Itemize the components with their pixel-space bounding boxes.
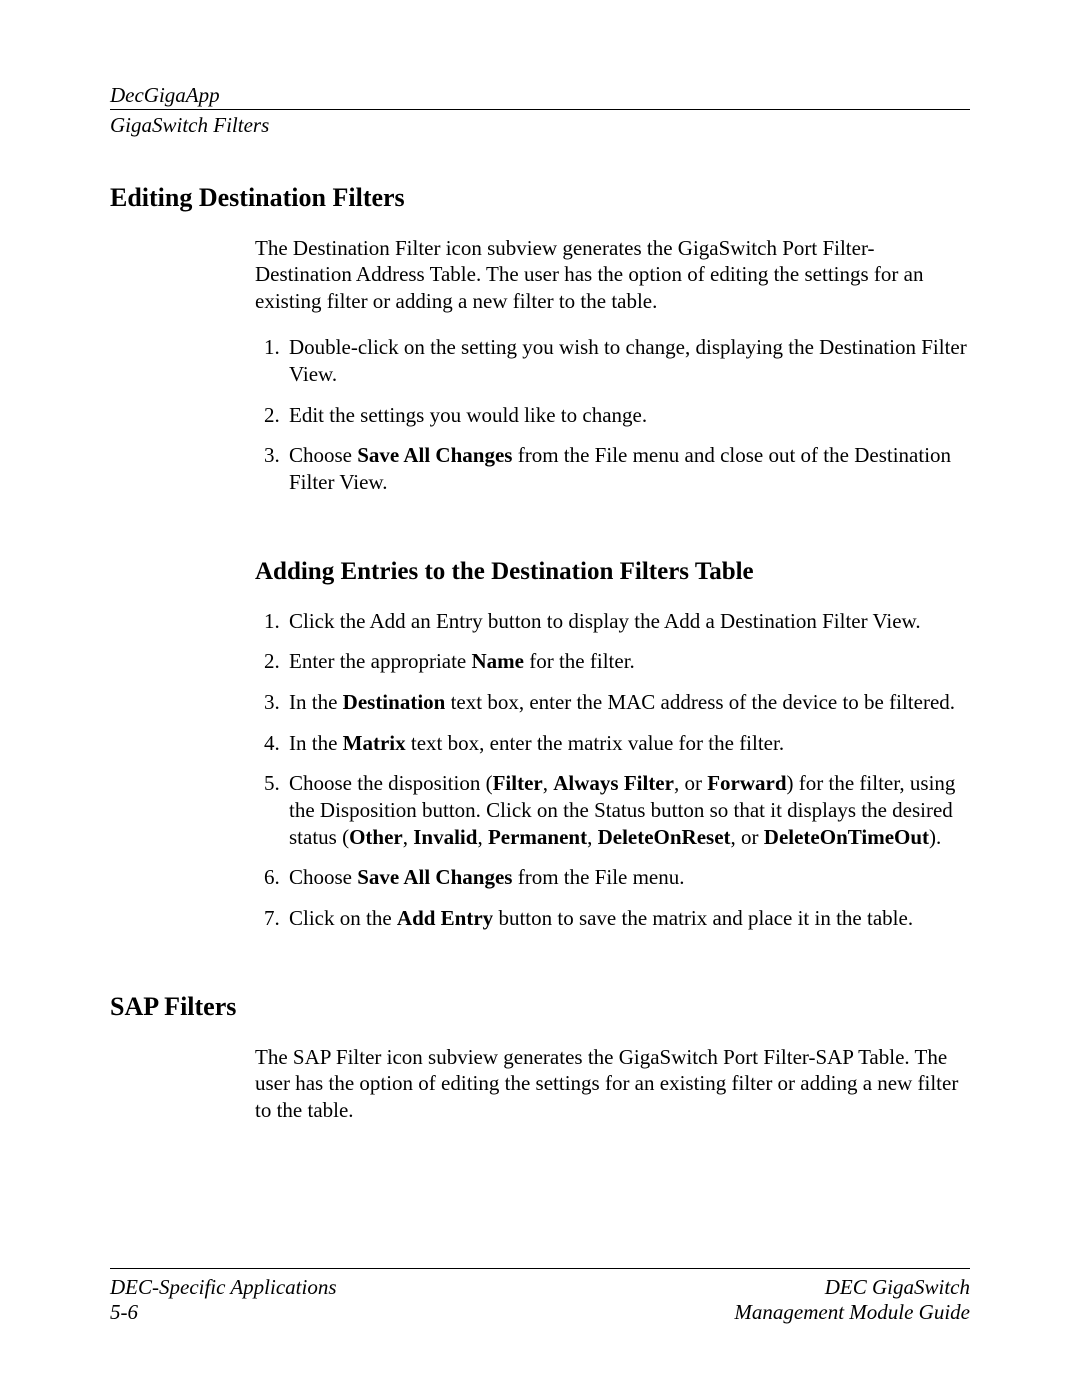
add-step-5-k: , (477, 825, 488, 849)
footer-right-line1: DEC GigaSwitch (734, 1275, 970, 1300)
add-step-7-c: button to save the matrix and place it i… (493, 906, 913, 930)
add-step-5: Choose the disposition (Filter, Always F… (285, 770, 970, 850)
section-edit-body: The Destination Filter icon subview gene… (255, 235, 970, 932)
footer-right-line2: Management Module Guide (734, 1300, 970, 1325)
add-step-5-deleteontimeout: DeleteOnTimeOut (764, 825, 929, 849)
add-step-5-q: ). (929, 825, 941, 849)
section-sap-body: The SAP Filter icon subview generates th… (255, 1044, 970, 1124)
add-step-5-m: , (587, 825, 598, 849)
edit-steps-list: Double-click on the setting you wish to … (255, 334, 970, 495)
add-step-5-always-filter: Always Filter (553, 771, 674, 795)
add-step-4: In the Matrix text box, enter the matrix… (285, 730, 970, 757)
add-step-5-deleteonreset: DeleteOnReset (598, 825, 731, 849)
sap-intro-paragraph: The SAP Filter icon subview generates th… (255, 1044, 970, 1124)
edit-step-3-text-a: Choose (289, 443, 357, 467)
footer-left: DEC-Specific Applications 5-6 (110, 1275, 337, 1325)
add-step-3-text-c: text box, enter the MAC address of the d… (445, 690, 955, 714)
add-step-2: Enter the appropriate Name for the filte… (285, 648, 970, 675)
add-step-5-invalid: Invalid (413, 825, 477, 849)
footer-right: DEC GigaSwitch Management Module Guide (734, 1275, 970, 1325)
add-step-1: Click the Add an Entry button to display… (285, 608, 970, 635)
add-step-4-bold: Matrix (343, 731, 406, 755)
add-step-2-bold: Name (472, 649, 524, 673)
add-step-5-filter: Filter (493, 771, 543, 795)
running-head-line1: DecGigaApp (110, 82, 970, 110)
add-step-5-e: , or (674, 771, 707, 795)
add-step-5-o: , or (731, 825, 764, 849)
add-step-5-other: Other (349, 825, 403, 849)
heading-adding-entries: Adding Entries to the Destination Filter… (255, 558, 970, 586)
page: DecGigaApp GigaSwitch Filters Editing De… (0, 0, 1080, 1397)
add-step-2-text-c: for the filter. (524, 649, 635, 673)
add-step-5-i: , (403, 825, 414, 849)
heading-sap-filters: SAP Filters (110, 992, 970, 1022)
add-step-7-bold: Add Entry (397, 906, 493, 930)
add-step-6-c: from the File menu. (512, 865, 684, 889)
footer-left-line1: DEC-Specific Applications (110, 1275, 337, 1300)
add-step-6-a: Choose (289, 865, 357, 889)
edit-step-2: Edit the settings you would like to chan… (285, 402, 970, 429)
add-step-5-forward: Forward (707, 771, 786, 795)
add-step-2-text-a: Enter the appropriate (289, 649, 472, 673)
add-step-3: In the Destination text box, enter the M… (285, 689, 970, 716)
add-step-6-bold: Save All Changes (357, 865, 512, 889)
add-step-3-text-a: In the (289, 690, 343, 714)
heading-editing-destination-filters: Editing Destination Filters (110, 183, 970, 213)
add-step-5-permanent: Permanent (488, 825, 587, 849)
running-head: DecGigaApp GigaSwitch Filters (110, 82, 970, 139)
edit-step-3-bold: Save All Changes (357, 443, 512, 467)
add-step-3-bold: Destination (343, 690, 446, 714)
add-step-7: Click on the Add Entry button to save th… (285, 905, 970, 932)
add-steps-list: Click the Add an Entry button to display… (255, 608, 970, 932)
edit-step-3: Choose Save All Changes from the File me… (285, 442, 970, 495)
add-step-7-a: Click on the (289, 906, 397, 930)
add-step-5-a: Choose the disposition ( (289, 771, 493, 795)
add-step-6: Choose Save All Changes from the File me… (285, 864, 970, 891)
running-head-line2: GigaSwitch Filters (110, 110, 970, 138)
add-step-5-c: , (543, 771, 554, 795)
add-step-4-text-a: In the (289, 731, 343, 755)
footer-left-line2: 5-6 (110, 1300, 337, 1325)
page-footer: DEC-Specific Applications 5-6 DEC GigaSw… (110, 1268, 970, 1325)
edit-intro-paragraph: The Destination Filter icon subview gene… (255, 235, 970, 315)
add-step-4-text-c: text box, enter the matrix value for the… (406, 731, 784, 755)
edit-step-1: Double-click on the setting you wish to … (285, 334, 970, 387)
